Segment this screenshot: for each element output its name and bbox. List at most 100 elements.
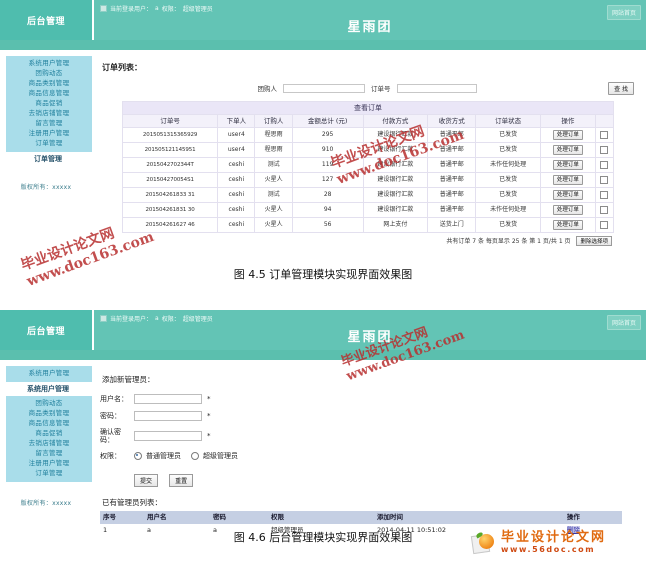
radio-normal-admin-label: 普通管理员 [146,452,181,460]
order-no-input[interactable] [396,83,477,93]
sidebar-item-store-manage[interactable]: 去销店铺管理 [6,109,92,118]
row-checkbox[interactable] [600,130,609,139]
col-ship-method: 收货方式 [427,114,477,128]
sidebar-item-system-users-active[interactable]: 系统用户管理 [10,382,86,396]
orange-logo-icon [470,531,498,554]
cell-status: 已发货 [475,187,541,203]
app-body: 系统用户管理 团购动态 商品类别管理 商品信息管理 商品促销 去销店铺管理 留言… [0,54,646,254]
sidebar-item-orders[interactable]: 订单管理 [6,139,92,148]
home-button[interactable]: 网站首页 [606,315,641,330]
sidebar-menu: 系统用户管理 团购动态 商品类别管理 商品信息管理 商品促销 去销店铺管理 留言… [6,56,92,152]
radio-normal-admin[interactable] [134,452,142,460]
sidebar-item-group-news[interactable]: 团购动态 [6,69,92,78]
logo-en: www.56doc.com [501,545,596,554]
submit-button[interactable]: 提交 [134,474,159,487]
role-label: 权限： [161,316,180,323]
permission-row: 权限： 普通管理员 超级管理员 [100,451,638,461]
cell-status: 已发货 [475,217,541,233]
orders-table: 查看订单 订单号 下单人 订购人 金额总计 (元) 付款方式 收货方式 订单状态… [121,101,615,233]
cell-status: 未作任何处理 [475,202,541,218]
cell-action: 处理订单 [539,127,596,143]
sidebar-item-product-category[interactable]: 商品类别管理 [6,79,92,88]
username-row: 用户名： * [100,394,638,404]
sidebar-item-messages[interactable]: 留言管理 [6,449,92,458]
col-operation: 操作 [563,511,622,524]
process-order-button[interactable]: 处理订单 [552,220,583,230]
process-order-button[interactable]: 处理订单 [552,175,583,185]
process-order-button[interactable]: 处理订单 [552,190,583,200]
cell-select [594,187,615,203]
role-label: 权限： [161,6,180,13]
sidebar-item-orders[interactable]: 订单管理 [6,469,92,478]
row-checkbox[interactable] [600,220,609,229]
cell-order-no: 2015042702344T [121,157,219,173]
row-checkbox[interactable] [600,205,609,214]
cell-placer: ceshi [217,202,256,218]
home-button[interactable]: 网站首页 [606,5,641,20]
cell-placer: user4 [217,127,256,143]
process-order-button[interactable]: 处理订单 [552,130,583,140]
add-admin-title: 添加新管理员： [102,375,155,384]
col-pay-method: 付款方式 [362,114,429,128]
header-stripe [0,40,646,50]
cell-placer: ceshi [217,187,256,203]
login-prefix: 当前登录用户： [110,6,153,13]
row-checkbox[interactable] [600,160,609,169]
sidebar-item-group-news[interactable]: 团购动态 [6,399,92,408]
buyer-label: 团购人 [257,85,278,93]
app-brand: 后台管理 [0,310,92,350]
sidebar-item-orders-active[interactable]: 订单管理 [10,152,86,166]
cell-placer: ceshi [217,217,256,233]
role-value: 超级管理员 [182,316,213,323]
col-order-no: 订单号 [121,114,219,128]
sidebar-item-promotion[interactable]: 商品促销 [6,99,92,108]
sidebar-item-store-manage[interactable]: 去销店铺管理 [6,439,92,448]
orders-table-wrap: 查看订单 订单号 下单人 订购人 金额总计 (元) 付款方式 收货方式 订单状态… [121,101,615,233]
cell-amount: 94 [291,202,364,218]
username-input[interactable] [134,394,202,404]
confirm-password-input[interactable] [134,431,202,441]
sidebar-item-promotion[interactable]: 商品促销 [6,429,92,438]
sidebar-item-registered-users[interactable]: 注册用户管理 [6,129,92,138]
search-button[interactable]: 查 找 [608,81,634,95]
process-order-button[interactable]: 处理订单 [552,145,583,155]
sidebar-item-system-users[interactable]: 系统用户管理 [6,59,92,68]
form-buttons: 提交 重置 [134,468,638,487]
row-checkbox[interactable] [600,175,609,184]
sidebar-item-product-info[interactable]: 商品信息管理 [6,419,92,428]
reset-button[interactable]: 重置 [169,474,194,487]
radio-super-admin[interactable] [191,452,199,460]
process-order-button[interactable]: 处理订单 [552,205,583,215]
row-checkbox[interactable] [600,145,609,154]
orders-table-body: 查看订单 订单号 下单人 订购人 金额总计 (元) 付款方式 收货方式 订单状态… [121,101,615,233]
table-row: 201504261627 46 ceshi 火星人 56 网上支付 送货上门 已… [121,217,615,233]
password-label: 密码： [100,412,121,420]
app-brand: 后台管理 [0,0,92,40]
cell-ship: 普通平邮 [427,127,477,143]
row-checkbox[interactable] [600,190,609,199]
sidebar-item-messages[interactable]: 留言管理 [6,119,92,128]
cell-placer: ceshi [217,172,256,188]
sidebar-item-product-category[interactable]: 商品类别管理 [6,409,92,418]
login-username: a [155,315,159,322]
sidebar-item-product-info[interactable]: 商品信息管理 [6,89,92,98]
cell-action: 处理订单 [539,202,596,218]
cell-buyer: 火星人 [254,202,293,218]
login-info-bar: 当前登录用户： a 权限： 超级管理员 [100,4,213,13]
sidebar-item-registered-users[interactable]: 注册用户管理 [6,459,92,468]
logo-cn: 毕业设计论文网 [501,530,607,545]
table-row: 201504270054S1 ceshi 火星人 127 建设银行汇款 普通平邮… [121,172,615,188]
orders-search-bar: 团购人 订单号 查 找 [100,81,638,95]
password-input[interactable] [134,411,202,421]
buyer-input[interactable] [283,83,365,93]
delete-selected-button[interactable]: 删除选择项 [576,236,612,246]
orders-table-caption: 查看订单 [122,101,614,115]
process-order-button[interactable]: 处理订单 [552,160,583,170]
sidebar-item-system-users[interactable]: 系统用户管理 [6,369,92,378]
site-title: 星雨团 [347,330,393,345]
header-right: 当前登录用户： a 权限： 超级管理员 星雨团 网站首页 [92,0,646,40]
sidebar: 系统用户管理 团购动态 商品类别管理 商品信息管理 商品促销 去销店铺管理 留言… [0,54,92,254]
col-placer: 下单人 [217,114,256,128]
pager-text: 共有订单 7 条 每页显示 25 条 第 1 页/共 1 页 [446,238,571,245]
cell-action: 处理订单 [539,217,596,233]
